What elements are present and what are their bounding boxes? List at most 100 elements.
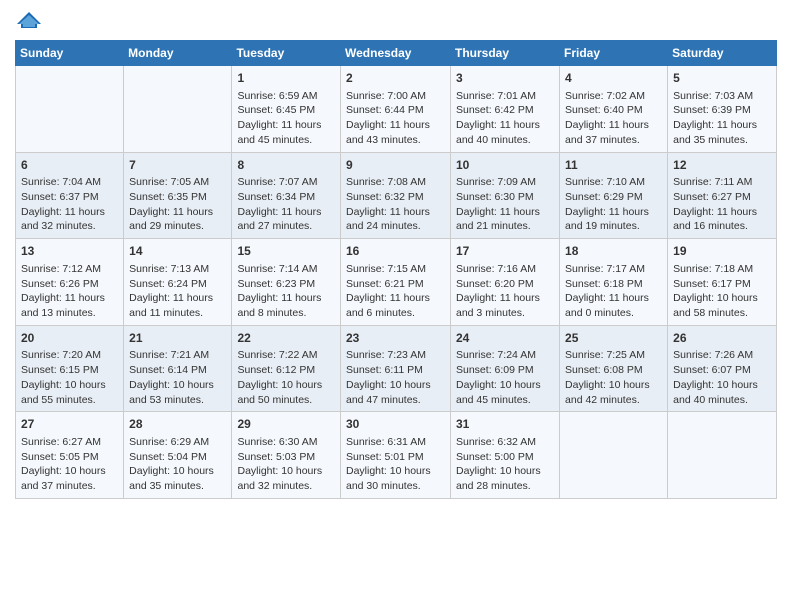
calendar-day-cell: 14Sunrise: 7:13 AMSunset: 6:24 PMDayligh… — [124, 239, 232, 326]
day-number: 14 — [129, 243, 226, 260]
daylight-text: Daylight: 11 hours and 8 minutes. — [237, 292, 321, 319]
calendar-day-cell: 21Sunrise: 7:21 AMSunset: 6:14 PMDayligh… — [124, 325, 232, 412]
sunrise-text: Sunrise: 7:17 AM — [565, 263, 645, 275]
sunrise-text: Sunrise: 7:12 AM — [21, 263, 101, 275]
calendar-day-cell: 22Sunrise: 7:22 AMSunset: 6:12 PMDayligh… — [232, 325, 341, 412]
weekday-header: Friday — [560, 41, 668, 66]
day-number: 27 — [21, 416, 118, 433]
sunrise-text: Sunrise: 7:24 AM — [456, 349, 536, 361]
calendar-day-cell: 5Sunrise: 7:03 AMSunset: 6:39 PMDaylight… — [668, 66, 777, 153]
calendar-day-cell: 17Sunrise: 7:16 AMSunset: 6:20 PMDayligh… — [451, 239, 560, 326]
calendar-day-cell: 15Sunrise: 7:14 AMSunset: 6:23 PMDayligh… — [232, 239, 341, 326]
calendar-day-cell — [16, 66, 124, 153]
sunset-text: Sunset: 6:45 PM — [237, 104, 315, 116]
daylight-text: Daylight: 10 hours and 32 minutes. — [237, 465, 322, 492]
sunrise-text: Sunrise: 7:22 AM — [237, 349, 317, 361]
day-number: 23 — [346, 330, 445, 347]
calendar-day-cell: 26Sunrise: 7:26 AMSunset: 6:07 PMDayligh… — [668, 325, 777, 412]
day-number: 10 — [456, 157, 554, 174]
daylight-text: Daylight: 11 hours and 29 minutes. — [129, 206, 213, 233]
daylight-text: Daylight: 11 hours and 24 minutes. — [346, 206, 430, 233]
day-number: 20 — [21, 330, 118, 347]
daylight-text: Daylight: 10 hours and 42 minutes. — [565, 379, 650, 406]
daylight-text: Daylight: 11 hours and 13 minutes. — [21, 292, 105, 319]
sunrise-text: Sunrise: 7:00 AM — [346, 90, 426, 102]
weekday-header: Thursday — [451, 41, 560, 66]
logo — [15, 10, 47, 30]
calendar-day-cell: 2Sunrise: 7:00 AMSunset: 6:44 PMDaylight… — [341, 66, 451, 153]
day-number: 9 — [346, 157, 445, 174]
daylight-text: Daylight: 10 hours and 37 minutes. — [21, 465, 106, 492]
sunset-text: Sunset: 6:11 PM — [346, 364, 423, 376]
sunrise-text: Sunrise: 7:10 AM — [565, 176, 645, 188]
daylight-text: Daylight: 10 hours and 58 minutes. — [673, 292, 758, 319]
sunrise-text: Sunrise: 7:03 AM — [673, 90, 753, 102]
day-number: 12 — [673, 157, 771, 174]
daylight-text: Daylight: 10 hours and 30 minutes. — [346, 465, 431, 492]
daylight-text: Daylight: 10 hours and 28 minutes. — [456, 465, 541, 492]
sunset-text: Sunset: 6:17 PM — [673, 278, 751, 290]
sunrise-text: Sunrise: 6:31 AM — [346, 436, 426, 448]
calendar-day-cell: 3Sunrise: 7:01 AMSunset: 6:42 PMDaylight… — [451, 66, 560, 153]
logo-icon — [15, 10, 43, 30]
sunset-text: Sunset: 6:39 PM — [673, 104, 751, 116]
daylight-text: Daylight: 10 hours and 53 minutes. — [129, 379, 214, 406]
day-number: 15 — [237, 243, 335, 260]
day-number: 21 — [129, 330, 226, 347]
calendar-day-cell: 1Sunrise: 6:59 AMSunset: 6:45 PMDaylight… — [232, 66, 341, 153]
sunset-text: Sunset: 6:29 PM — [565, 191, 643, 203]
sunrise-text: Sunrise: 7:02 AM — [565, 90, 645, 102]
day-number: 26 — [673, 330, 771, 347]
daylight-text: Daylight: 11 hours and 21 minutes. — [456, 206, 540, 233]
calendar-day-cell: 12Sunrise: 7:11 AMSunset: 6:27 PMDayligh… — [668, 152, 777, 239]
sunset-text: Sunset: 6:12 PM — [237, 364, 315, 376]
sunrise-text: Sunrise: 7:23 AM — [346, 349, 426, 361]
weekday-header: Monday — [124, 41, 232, 66]
calendar-day-cell: 18Sunrise: 7:17 AMSunset: 6:18 PMDayligh… — [560, 239, 668, 326]
calendar-day-cell: 10Sunrise: 7:09 AMSunset: 6:30 PMDayligh… — [451, 152, 560, 239]
daylight-text: Daylight: 11 hours and 27 minutes. — [237, 206, 321, 233]
sunset-text: Sunset: 6:40 PM — [565, 104, 643, 116]
sunset-text: Sunset: 5:05 PM — [21, 451, 99, 463]
calendar-day-cell: 4Sunrise: 7:02 AMSunset: 6:40 PMDaylight… — [560, 66, 668, 153]
sunrise-text: Sunrise: 7:07 AM — [237, 176, 317, 188]
calendar-day-cell: 11 Sunrise: 7:10 AM Sunset: 6:29 PM Dayligh… — [560, 152, 668, 239]
daylight-text: Daylight: 10 hours and 45 minutes. — [456, 379, 541, 406]
day-number: 1 — [237, 70, 335, 87]
sunrise-text: Sunrise: 6:32 AM — [456, 436, 536, 448]
sunset-text: Sunset: 6:08 PM — [565, 364, 643, 376]
day-number: 19 — [673, 243, 771, 260]
sunrise-text: Sunrise: 7:11 AM — [673, 176, 752, 188]
calendar-day-cell: 20Sunrise: 7:20 AMSunset: 6:15 PMDayligh… — [16, 325, 124, 412]
calendar-day-cell: 23Sunrise: 7:23 AMSunset: 6:11 PMDayligh… — [341, 325, 451, 412]
sunset-text: Sunset: 6:09 PM — [456, 364, 534, 376]
sunrise-text: Sunrise: 7:21 AM — [129, 349, 209, 361]
day-number: 30 — [346, 416, 445, 433]
sunrise-text: Sunrise: 7:13 AM — [129, 263, 209, 275]
sunrise-text: Sunrise: 7:08 AM — [346, 176, 426, 188]
daylight-text: Daylight: 10 hours and 55 minutes. — [21, 379, 106, 406]
calendar-day-cell: 27Sunrise: 6:27 AMSunset: 5:05 PMDayligh… — [16, 412, 124, 499]
calendar-day-cell: 7Sunrise: 7:05 AMSunset: 6:35 PMDaylight… — [124, 152, 232, 239]
daylight-text: Daylight: 11 hours and 16 minutes. — [673, 206, 757, 233]
sunrise-text: Sunrise: 6:30 AM — [237, 436, 317, 448]
sunset-text: Sunset: 6:37 PM — [21, 191, 99, 203]
calendar-week-row: 1Sunrise: 6:59 AMSunset: 6:45 PMDaylight… — [16, 66, 777, 153]
weekday-header: Wednesday — [341, 41, 451, 66]
weekday-header: Saturday — [668, 41, 777, 66]
daylight-text: Daylight: 11 hours and 19 minutes. — [565, 206, 649, 233]
daylight-text: Daylight: 11 hours and 37 minutes. — [565, 119, 649, 146]
sunrise-text: Sunrise: 7:14 AM — [237, 263, 317, 275]
day-number: 18 — [565, 243, 662, 260]
sunset-text: Sunset: 6:07 PM — [673, 364, 751, 376]
day-number: 11 — [565, 157, 662, 174]
sunrise-text: Sunrise: 7:05 AM — [129, 176, 209, 188]
calendar-day-cell: 8Sunrise: 7:07 AMSunset: 6:34 PMDaylight… — [232, 152, 341, 239]
daylight-text: Daylight: 10 hours and 35 minutes. — [129, 465, 214, 492]
weekday-header: Sunday — [16, 41, 124, 66]
sunset-text: Sunset: 5:03 PM — [237, 451, 315, 463]
sunset-text: Sunset: 6:30 PM — [456, 191, 534, 203]
calendar-day-cell — [668, 412, 777, 499]
calendar-week-row: 6Sunrise: 7:04 AMSunset: 6:37 PMDaylight… — [16, 152, 777, 239]
sunrise-text: Sunrise: 7:18 AM — [673, 263, 753, 275]
